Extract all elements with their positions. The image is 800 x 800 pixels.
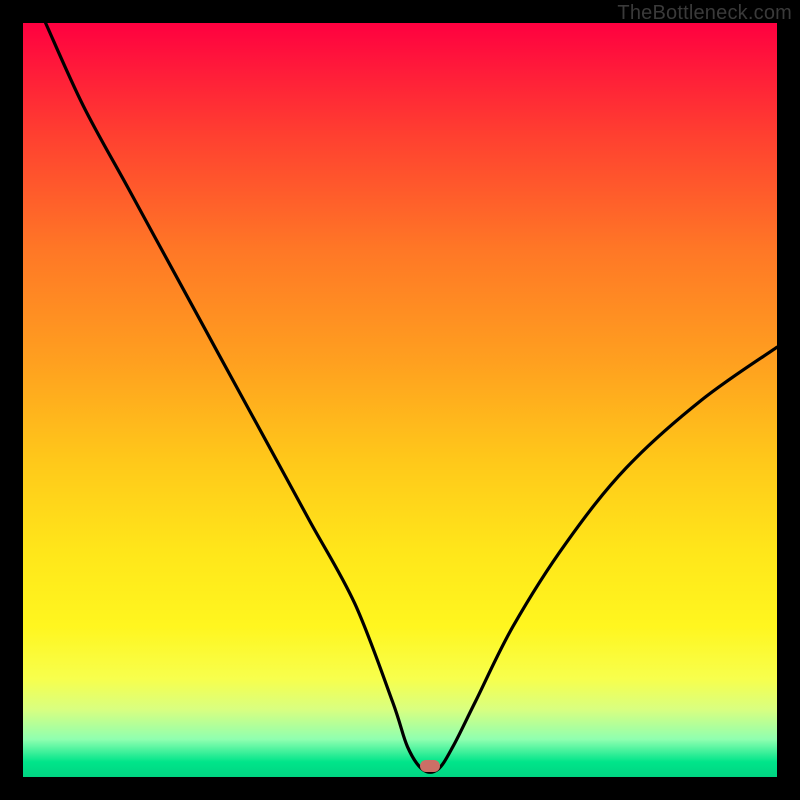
chart-frame: TheBottleneck.com — [0, 0, 800, 800]
watermark-text: TheBottleneck.com — [617, 2, 792, 25]
optimal-point-marker — [420, 760, 440, 772]
bottleneck-curve — [23, 23, 777, 777]
plot-area — [23, 23, 777, 777]
